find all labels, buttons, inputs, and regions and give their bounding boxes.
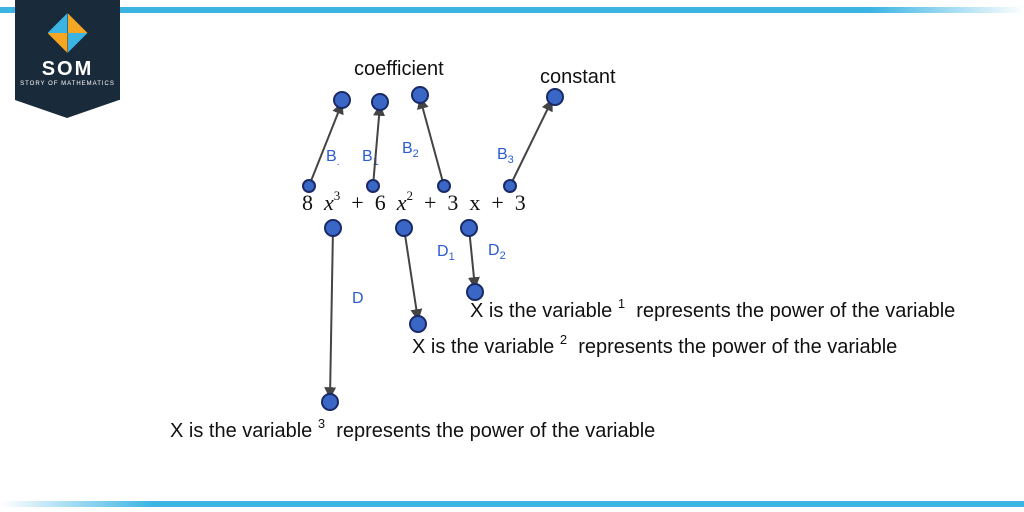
node-top-b3 (547, 89, 563, 105)
node-src-b3 (504, 180, 516, 192)
arrow-coef-b2 (420, 98, 444, 186)
arrow-var-d2 (469, 228, 475, 288)
node-src-d (325, 220, 341, 236)
node-src-d2 (461, 220, 477, 236)
node-top-b (334, 92, 350, 108)
node-src-d1 (396, 220, 412, 236)
node-top-b2 (412, 87, 428, 103)
node-src-b (303, 180, 315, 192)
node-src-b2 (438, 180, 450, 192)
node-src-b1 (367, 180, 379, 192)
arrow-const-b3 (510, 100, 552, 186)
node-top-b1 (372, 94, 388, 110)
node-end-d1 (410, 316, 426, 332)
arrow-coef-b1 (373, 105, 380, 186)
arrow-var-d (330, 228, 333, 398)
arrows-layer (0, 0, 1024, 512)
node-end-d2 (467, 284, 483, 300)
arrow-coef-b (309, 103, 342, 186)
node-end-d (322, 394, 338, 410)
diagram-stage: coefficient constant 8 x3 + 6 x2 + 3 x +… (0, 0, 1024, 512)
arrow-var-d1 (404, 228, 418, 320)
